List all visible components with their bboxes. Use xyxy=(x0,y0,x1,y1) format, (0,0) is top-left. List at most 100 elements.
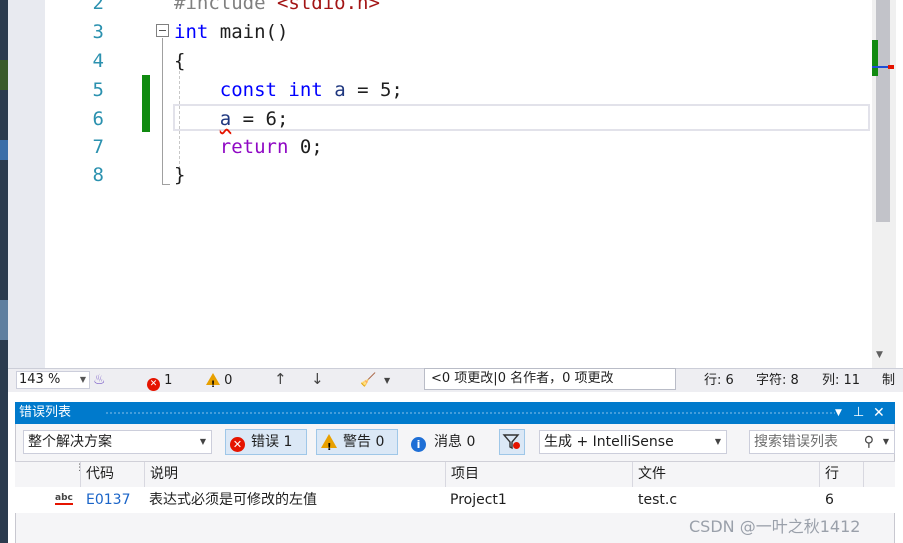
line-number: 5 xyxy=(92,79,104,101)
filter-toggle-button[interactable] xyxy=(499,429,525,455)
error-code-link[interactable]: E0137 xyxy=(86,487,130,513)
code-text: 0; xyxy=(288,136,323,158)
code-line-6[interactable]: a = 6; xyxy=(174,105,289,134)
line-indicator[interactable]: 行: 6 xyxy=(704,369,734,392)
include-header: <stdio.h> xyxy=(276,0,380,14)
error-count-indicator[interactable]: ✕ 1 xyxy=(147,369,172,392)
line-number: 2 xyxy=(92,0,104,14)
search-icon: ⚲ xyxy=(863,434,874,450)
error-project: Project1 xyxy=(450,492,507,508)
code-text: = 6; xyxy=(231,108,289,130)
error-list-titlebar[interactable]: 错误列表 ▼ ⊥ ✕ xyxy=(15,402,895,424)
char-indicator[interactable]: 字符: 8 xyxy=(756,369,799,392)
column-header-project[interactable]: 项目 xyxy=(445,462,633,487)
chevron-down-icon[interactable]: ▼ xyxy=(384,369,390,392)
next-issue-arrow-icon[interactable]: ↓ xyxy=(311,368,324,391)
error-icon: ✕ xyxy=(147,378,160,391)
tab-mode-indicator[interactable]: 制 xyxy=(882,369,895,392)
keyword: int xyxy=(174,21,209,43)
build-source-dropdown[interactable]: 生成 + IntelliSense ▼ xyxy=(539,430,727,454)
code-line-7[interactable]: return 0; xyxy=(174,133,323,162)
preprocessor-directive: #include xyxy=(174,0,266,14)
git-changes-indicator[interactable]: <0 项更改|0 名作者，0 项更改 xyxy=(424,368,676,390)
warning-icon xyxy=(206,373,220,397)
warning-count-indicator[interactable]: 0 xyxy=(206,369,233,397)
scope-value: 整个解决方案 xyxy=(28,434,112,450)
chevron-down-icon: ▼ xyxy=(882,437,889,446)
code-line-5[interactable]: const int a = 5; xyxy=(174,76,403,105)
scope-dropdown[interactable]: 整个解决方案 ▼ xyxy=(23,430,212,454)
watermark: CSDN @一叶之秋1412 xyxy=(689,517,861,536)
search-placeholder: 搜索错误列表 xyxy=(754,434,838,450)
error-table-header: ⋮ 代码 说明 项目 文件 行 xyxy=(15,461,895,487)
code-line-3[interactable]: int main() xyxy=(174,18,288,47)
scrollbar-thumb[interactable] xyxy=(876,0,890,222)
line-number: 3 xyxy=(92,21,104,43)
scrollbar-error-marker xyxy=(888,65,894,69)
window-menu-icon[interactable]: ▼ xyxy=(835,402,842,424)
errors-filter-button[interactable]: ✕ 错误 1 xyxy=(225,429,307,455)
line-number: 6 xyxy=(92,108,104,130)
column-header-file[interactable]: 文件 xyxy=(632,462,820,487)
column-header-extra xyxy=(863,462,893,487)
outline-line xyxy=(162,38,163,184)
code-text: main() xyxy=(208,21,289,43)
chevron-down-icon: ▼ xyxy=(79,375,86,384)
info-icon: i xyxy=(411,437,426,452)
outline-end xyxy=(162,184,170,185)
keyword: return xyxy=(219,136,289,158)
zoom-dropdown[interactable]: 143 % ▼ xyxy=(16,371,90,389)
error-description: 表达式必须是可修改的左值 xyxy=(149,492,317,508)
error-line: 6 xyxy=(825,492,834,508)
intellisense-error-icon: abc xyxy=(55,493,73,505)
intellicode-icon[interactable]: ♨ xyxy=(93,369,106,392)
code-line-2[interactable]: #include <stdio.h> xyxy=(174,0,380,18)
code-line-8[interactable]: } xyxy=(174,161,185,190)
messages-filter-button[interactable]: i 消息 0 xyxy=(406,429,488,455)
messages-filter-label: 消息 0 xyxy=(434,434,476,450)
code-text: } xyxy=(174,164,186,186)
errors-filter-label: 错误 1 xyxy=(251,434,293,450)
collapse-region-icon[interactable] xyxy=(156,24,169,37)
identifier: a xyxy=(334,79,346,101)
warnings-filter-label: 警告 0 xyxy=(343,434,385,450)
code-editor[interactable] xyxy=(8,0,903,368)
desktop-background-strip xyxy=(0,0,8,543)
column-indicator[interactable]: 列: 11 xyxy=(822,369,860,392)
warnings-filter-button[interactable]: 警告 0 xyxy=(316,429,398,460)
chevron-left-icon: < xyxy=(431,371,442,386)
sort-grip-icon: ⋮ xyxy=(75,463,84,473)
pin-icon[interactable]: ⊥ xyxy=(853,402,864,424)
code-line-4[interactable]: { xyxy=(174,47,185,76)
line-number: 7 xyxy=(92,136,104,158)
column-header-line[interactable]: 行 xyxy=(819,462,863,487)
changes-text: 0 项更改|0 名作者，0 项更改 xyxy=(441,371,614,386)
code-text: { xyxy=(174,50,186,72)
error-count: 1 xyxy=(164,373,173,388)
previous-issue-arrow-icon[interactable]: ↑ xyxy=(274,368,287,391)
titlebar-grip xyxy=(105,411,835,415)
column-header-code[interactable]: 代码 xyxy=(80,462,146,487)
editor-glyph-margin xyxy=(8,0,45,368)
panel-title: 错误列表 xyxy=(19,405,72,420)
keyword: const xyxy=(219,79,277,101)
build-source-value: 生成 + IntelliSense xyxy=(544,434,674,450)
code-text: = 5; xyxy=(345,79,403,101)
warning-count: 0 xyxy=(224,373,233,388)
warning-icon xyxy=(321,434,337,460)
zoom-value: 143 % xyxy=(19,372,61,387)
error-squiggle-identifier[interactable]: a xyxy=(220,108,231,130)
code-cleanup-icon[interactable]: 🧹 xyxy=(360,369,376,392)
error-file: test.c xyxy=(638,492,678,508)
line-number: 4 xyxy=(92,50,104,72)
column-header-description[interactable]: 说明 xyxy=(144,462,446,487)
search-error-list-input[interactable]: 搜索错误列表 ⚲ ▼ xyxy=(749,430,895,454)
change-tracking-bar xyxy=(142,75,150,132)
table-row[interactable]: abc E0137 表达式必须是可修改的左值 Project1 test.c 6 xyxy=(15,487,895,513)
close-icon[interactable]: ✕ xyxy=(873,402,885,424)
funnel-icon xyxy=(502,434,520,450)
scroll-down-arrow-icon[interactable]: ▼ xyxy=(876,350,883,360)
chevron-down-icon: ▼ xyxy=(714,437,721,446)
error-icon: ✕ xyxy=(230,437,245,452)
scrollbar-change-marker xyxy=(872,40,878,76)
